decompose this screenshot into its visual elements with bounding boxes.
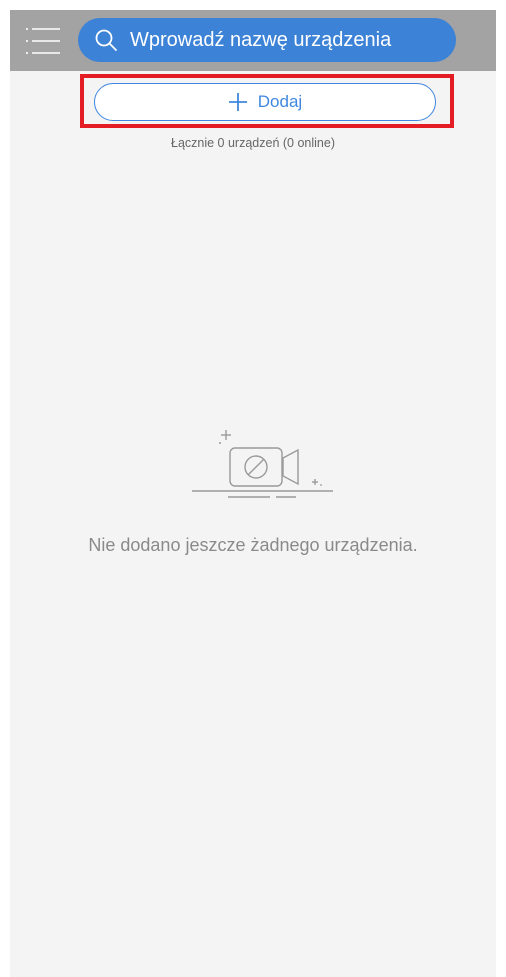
search-field[interactable]: Wprowadź nazwę urządzenia xyxy=(78,18,456,62)
camera-off-icon xyxy=(192,430,333,498)
plus-icon xyxy=(228,93,247,111)
search-input[interactable]: Wprowadź nazwę urządzenia xyxy=(130,29,391,52)
add-button-label: Dodaj xyxy=(257,92,303,111)
empty-state-message: Nie dodano jeszcze żadnego urządzenia. xyxy=(88,535,418,555)
menu-icon[interactable] xyxy=(26,26,62,56)
device-count-summary: Łącznie 0 urządzeń (0 online) xyxy=(171,136,335,150)
device-list-screen: Wprowadź nazwę urządzenia Dodaj Łącznie … xyxy=(10,10,496,977)
add-device-button[interactable]: Dodaj xyxy=(94,83,436,121)
search-icon xyxy=(95,29,117,51)
top-bar: Wprowadź nazwę urządzenia xyxy=(10,10,496,71)
